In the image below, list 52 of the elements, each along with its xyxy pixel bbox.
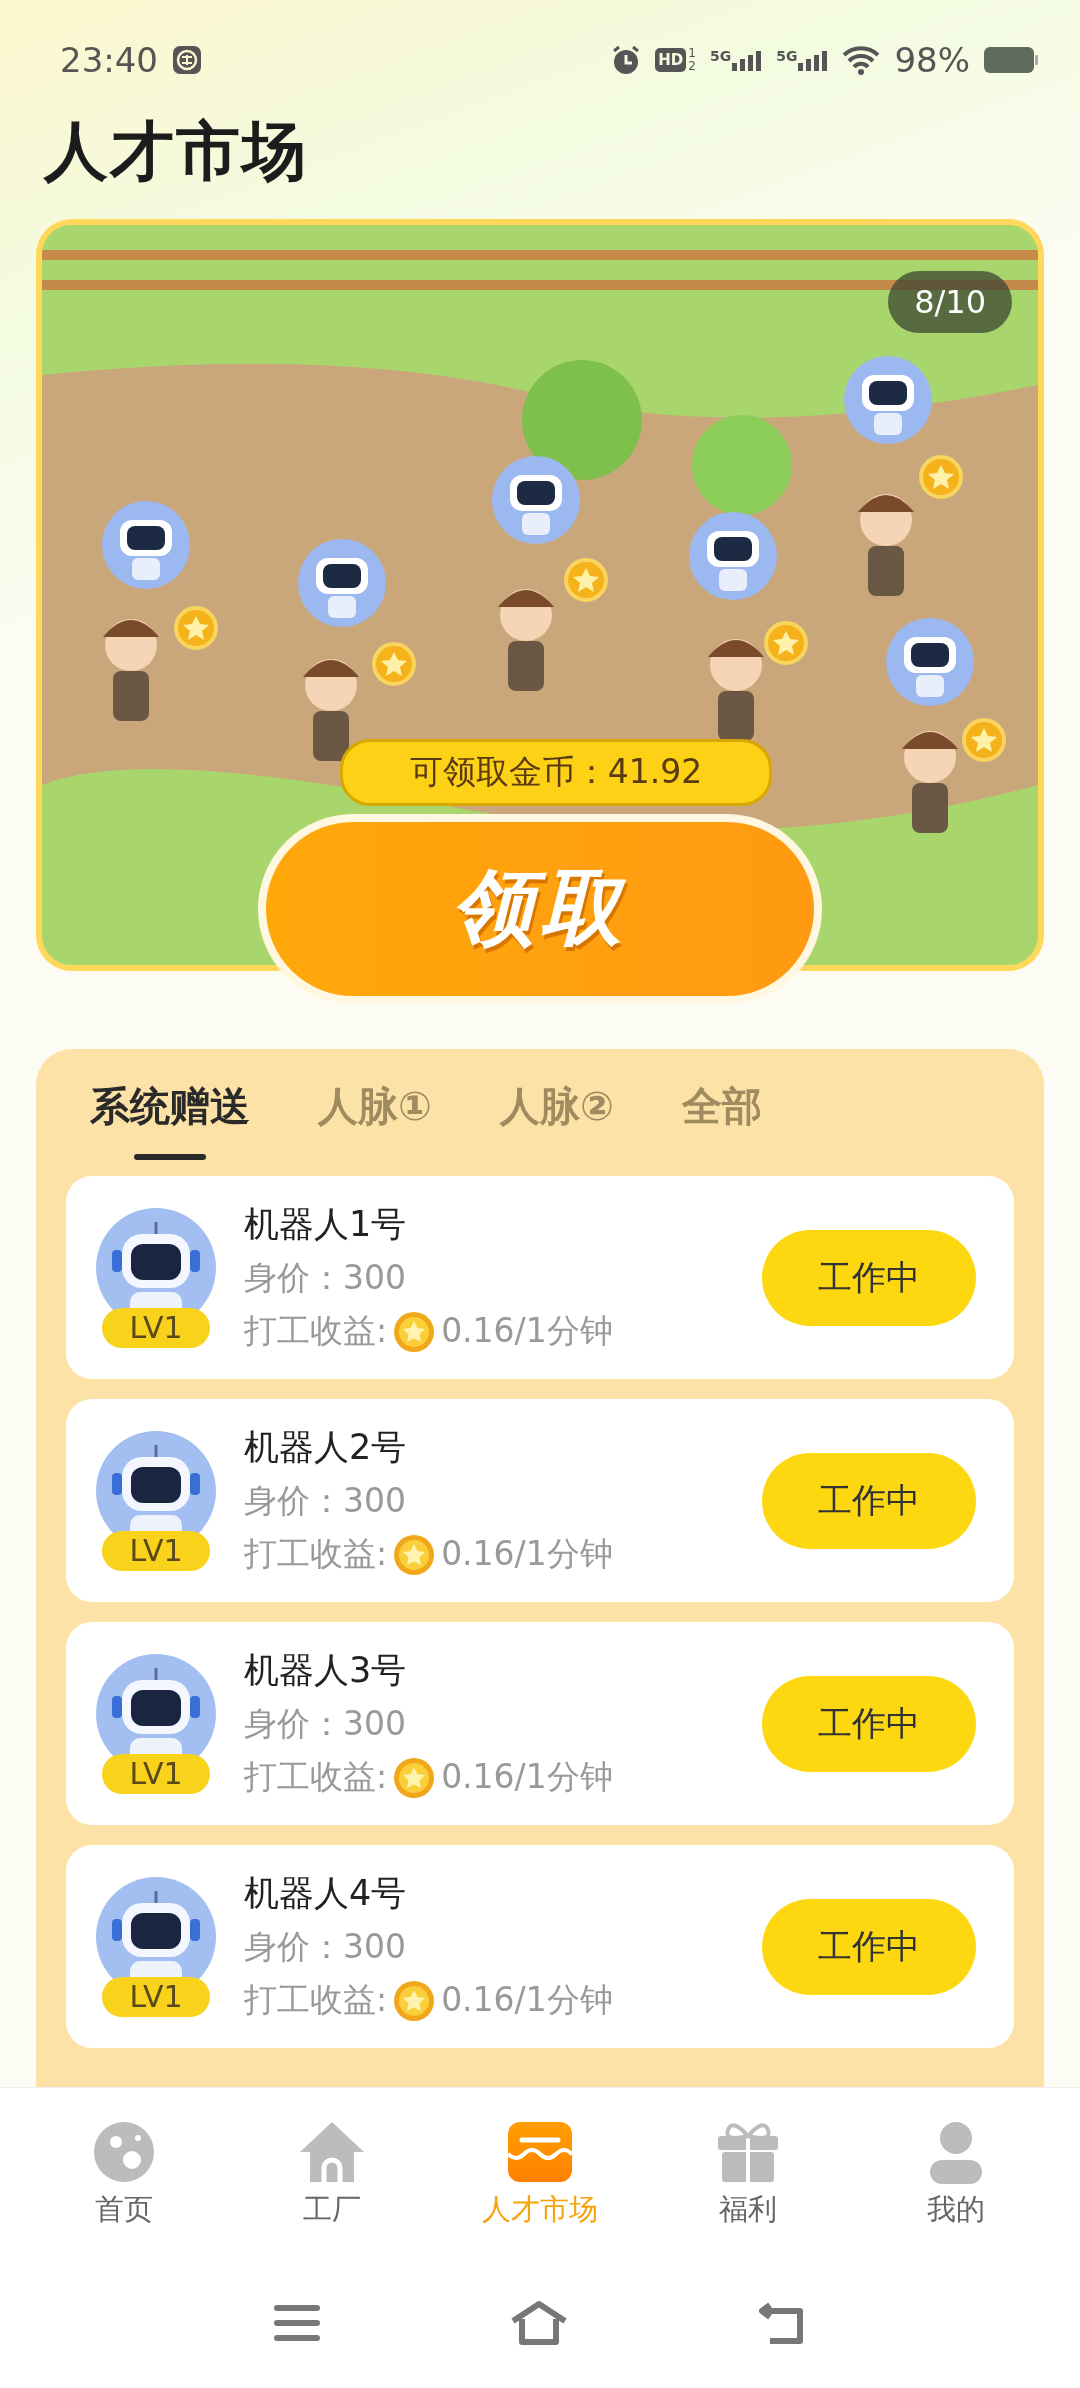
income-rate: 0.16/1分钟 xyxy=(441,1533,613,1575)
nav-tab[interactable]: 福利 xyxy=(658,2088,838,2258)
working-status-button[interactable]: 工作中 xyxy=(762,1898,976,1995)
nav-tab[interactable]: 首页 xyxy=(34,2088,214,2258)
working-status-button[interactable]: 工作中 xyxy=(762,1675,976,1772)
cellular-signal-icon xyxy=(732,49,763,71)
cellular-signal-icon xyxy=(798,49,829,71)
coin-icon xyxy=(393,1533,436,1576)
network-type: 5G xyxy=(709,49,732,63)
robot-price: 身价：300 xyxy=(244,1257,407,1299)
category-tab[interactable]: 系统赠送 xyxy=(66,1079,274,1160)
robot-price: 身价：300 xyxy=(244,1480,407,1522)
sim-slot-number: 1 xyxy=(688,47,696,60)
back-icon[interactable] xyxy=(758,2301,806,2345)
page-title: 人才市场 xyxy=(44,113,308,190)
robot-name: 机器人3号 xyxy=(244,1649,408,1692)
income-rate: 0.16/1分钟 xyxy=(441,1979,613,2021)
network-type: 5G xyxy=(776,49,798,63)
working-status-button[interactable]: 工作中 xyxy=(762,1452,976,1549)
wifi-icon xyxy=(842,45,881,75)
robot-name: 机器人1号 xyxy=(244,1203,408,1246)
robot-price: 身价：300 xyxy=(244,1926,407,1968)
battery-percent: 98% xyxy=(894,40,970,80)
home-icon[interactable] xyxy=(510,2301,568,2345)
level-badge: LV1 xyxy=(102,1753,210,1794)
working-status-button[interactable]: 工作中 xyxy=(762,1229,976,1326)
income-rate: 0.16/1分钟 xyxy=(441,1310,613,1352)
robot-price: 身价：300 xyxy=(244,1703,407,1745)
coin-icon xyxy=(393,1756,436,1799)
alarm-icon xyxy=(611,45,642,75)
robot-name: 机器人2号 xyxy=(244,1426,408,1469)
income-label: 打工收益: xyxy=(244,1979,388,2021)
robot-name: 机器人4号 xyxy=(244,1872,408,1915)
carrier-badge-icon xyxy=(172,45,202,75)
sim-slot-number: 2 xyxy=(688,60,696,73)
nav-tab[interactable]: 工厂 xyxy=(242,2088,422,2258)
income-label: 打工收益: xyxy=(244,1310,388,1352)
hd-voice-indicator: HD xyxy=(655,48,687,72)
coin-icon xyxy=(393,1979,436,2022)
clock-time: 23:40 xyxy=(60,40,158,80)
income-label: 打工收益: xyxy=(244,1533,388,1575)
level-badge: LV1 xyxy=(102,1530,210,1571)
level-badge: LV1 xyxy=(102,1976,210,2017)
income-rate: 0.16/1分钟 xyxy=(441,1756,613,1798)
coin-icon xyxy=(393,1310,436,1353)
menu-icon[interactable] xyxy=(274,2304,320,2342)
claimable-coins-tooltip: 可领取金币：41.92 xyxy=(340,739,772,806)
robot-count: 8/10 xyxy=(888,271,1012,333)
level-badge: LV1 xyxy=(102,1307,210,1348)
nav-tab[interactable]: 我的 xyxy=(866,2088,1046,2258)
battery-icon xyxy=(984,47,1038,73)
income-label: 打工收益: xyxy=(244,1756,388,1798)
